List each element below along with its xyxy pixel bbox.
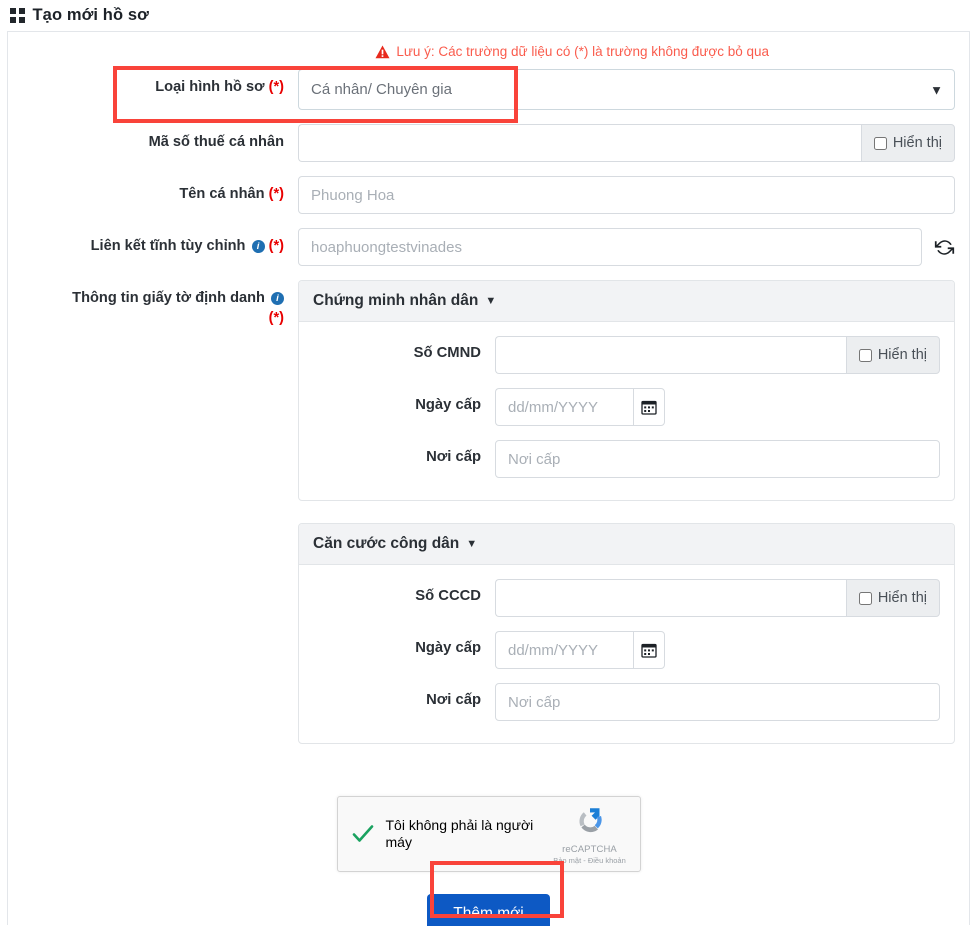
custom-link-control	[298, 228, 969, 266]
person-name-control	[298, 176, 969, 214]
field-row-cmnd-place: Nơi cấp	[299, 440, 954, 478]
grid-icon	[10, 8, 25, 23]
required-fields-notice: Lưu ý: Các trường dữ liệu có (*) là trườ…	[8, 32, 969, 69]
cmnd-number-label: Số CMND	[413, 345, 481, 361]
calendar-glyph	[641, 643, 657, 658]
cmnd-place-input[interactable]	[495, 440, 940, 478]
cccd-number-input[interactable]	[495, 579, 846, 617]
cmnd-number-control: Hiển thị	[495, 336, 954, 374]
form-card: Lưu ý: Các trường dữ liệu có (*) là trườ…	[7, 31, 970, 926]
page-root: Tạo mới hồ sơ Lưu ý: Các trường dữ liệu …	[0, 0, 977, 926]
panel-cmnd: Chứng minh nhân dân ▼ Số CMND Hiển thị N…	[298, 280, 955, 501]
field-row-cccd-date: Ngày cấp	[299, 631, 954, 669]
tax-code-control: Hiển thị	[298, 124, 969, 162]
person-name-label: Tên cá nhân (*)	[8, 176, 298, 205]
recaptcha-logo-icon	[578, 807, 602, 832]
green-check-glyph	[352, 825, 373, 842]
panel-cmnd-title: Chứng minh nhân dân	[313, 292, 479, 309]
cccd-place-control	[495, 683, 954, 721]
panel-cmnd-header[interactable]: Chứng minh nhân dân ▼	[299, 281, 954, 322]
recaptcha-terms[interactable]: Bảo mật - Điều khoản	[552, 856, 628, 865]
identity-docs-label: Thông tin giấy tờ định danh i (*)	[8, 280, 298, 328]
cmnd-show-addon[interactable]: Hiển thị	[845, 336, 940, 374]
profile-type-required: (*)	[268, 79, 284, 95]
recaptcha-brand-name: reCAPTCHA	[562, 843, 617, 855]
recaptcha-label: Tôi không phải là người máy	[385, 816, 534, 851]
profile-type-label-text: Loại hình hồ sơ	[155, 79, 265, 95]
person-name-required: (*)	[268, 186, 284, 202]
custom-link-input[interactable]	[298, 228, 922, 266]
identity-docs-control: Chứng minh nhân dân ▼ Số CMND Hiển thị N…	[298, 280, 969, 766]
cccd-place-input[interactable]	[495, 683, 940, 721]
caret-down-icon: ▼	[485, 294, 497, 307]
panel-cccd-header[interactable]: Căn cước công dân ▼	[299, 524, 954, 565]
info-icon[interactable]: i	[271, 292, 284, 305]
cmnd-date-control	[495, 388, 954, 426]
cccd-show-label: Hiển thị	[877, 590, 927, 606]
cmnd-date-input[interactable]	[495, 388, 634, 426]
cccd-place-label: Nơi cấp	[426, 692, 481, 708]
calendar-glyph	[641, 400, 657, 415]
cmnd-place-control	[495, 440, 954, 478]
person-name-label-text: Tên cá nhân	[179, 186, 265, 202]
cccd-number-label: Số CCCD	[415, 588, 481, 604]
custom-link-label: Liên kết tĩnh tùy chỉnh i (*)	[8, 228, 298, 257]
cmnd-number-input[interactable]	[495, 336, 846, 374]
cccd-date-control	[495, 631, 954, 669]
submit-area: Thêm mới	[8, 894, 969, 926]
tax-code-input[interactable]	[298, 124, 861, 162]
field-row-cccd-place: Nơi cấp	[299, 683, 954, 721]
tax-code-show-label: Hiển thị	[892, 135, 942, 151]
cccd-show-checkbox[interactable]	[858, 591, 872, 605]
field-row-tax-code: Mã số thuế cá nhân Hiển thị	[8, 124, 969, 162]
refresh-link-button[interactable]	[934, 237, 955, 258]
identity-docs-required: (*)	[268, 309, 284, 326]
recaptcha-widget[interactable]: Tôi không phải là người máy reCAPTCHA Bả…	[336, 796, 641, 872]
field-row-cmnd-number: Số CMND Hiển thị	[299, 336, 954, 374]
cmnd-place-label: Nơi cấp	[426, 449, 481, 465]
page-title: Tạo mới hồ sơ	[0, 0, 977, 31]
cccd-date-label: Ngày cấp	[415, 640, 481, 656]
field-row-cmnd-date: Ngày cấp	[299, 388, 954, 426]
custom-link-required: (*)	[268, 238, 284, 254]
panel-cmnd-body: Số CMND Hiển thị Ngày cấp dd/mm/YYYY Nơi…	[299, 322, 954, 500]
cmnd-date-label: Ngày cấp	[415, 397, 481, 413]
person-name-input[interactable]	[298, 176, 955, 214]
panel-cccd: Căn cước công dân ▼ Số CCCD Hiển thị Ngà…	[298, 523, 955, 744]
tax-code-show-checkbox[interactable]	[873, 136, 887, 150]
caret-down-icon: ▼	[466, 537, 478, 550]
refresh-icon	[934, 239, 955, 255]
calendar-icon[interactable]	[633, 631, 665, 669]
profile-type-select[interactable]: Cá nhân/ Chuyên gia	[298, 69, 955, 110]
identity-docs-label-text: Thông tin giấy tờ định danh	[72, 290, 265, 306]
custom-link-label-text: Liên kết tĩnh tùy chỉnh	[90, 238, 246, 254]
page-title-text: Tạo mới hồ sơ	[32, 6, 149, 24]
notice-text: Lưu ý: Các trường dữ liệu có (*) là trườ…	[396, 44, 769, 59]
green-check-icon[interactable]	[349, 821, 377, 847]
captcha-area: Tôi không phải là người máy reCAPTCHA Bả…	[8, 796, 969, 872]
field-row-cccd-number: Số CCCD Hiển thị	[299, 579, 954, 617]
field-row-identity-docs: Thông tin giấy tờ định danh i (*) Chứng …	[8, 280, 969, 766]
info-icon[interactable]: i	[251, 240, 265, 253]
field-row-custom-link: Liên kết tĩnh tùy chỉnh i (*)	[8, 228, 969, 266]
field-row-person-name: Tên cá nhân (*)	[8, 176, 969, 214]
cmnd-show-checkbox[interactable]	[858, 348, 872, 362]
field-row-profile-type: Loại hình hồ sơ (*) Cá nhân/ Chuyên gia …	[8, 69, 969, 110]
recaptcha-brand: reCAPTCHA Bảo mật - Điều khoản	[552, 804, 628, 865]
profile-type-label: Loại hình hồ sơ (*)	[8, 69, 298, 98]
profile-type-control: Cá nhân/ Chuyên gia ▼	[298, 69, 969, 110]
calendar-icon[interactable]	[633, 388, 665, 426]
cccd-show-addon[interactable]: Hiển thị	[845, 579, 940, 617]
cmnd-show-label: Hiển thị	[877, 347, 927, 363]
tax-code-label: Mã số thuế cá nhân	[148, 134, 284, 150]
panel-cccd-title: Căn cước công dân	[313, 535, 460, 552]
warning-triangle-icon	[375, 45, 390, 58]
cccd-number-control: Hiển thị	[495, 579, 954, 617]
tax-code-show-addon[interactable]: Hiển thị	[860, 124, 955, 162]
panel-cccd-body: Số CCCD Hiển thị Ngày cấp dd/mm/YYYY Nơi…	[299, 565, 954, 743]
add-new-button[interactable]: Thêm mới	[427, 894, 550, 926]
cccd-date-input[interactable]	[495, 631, 634, 669]
